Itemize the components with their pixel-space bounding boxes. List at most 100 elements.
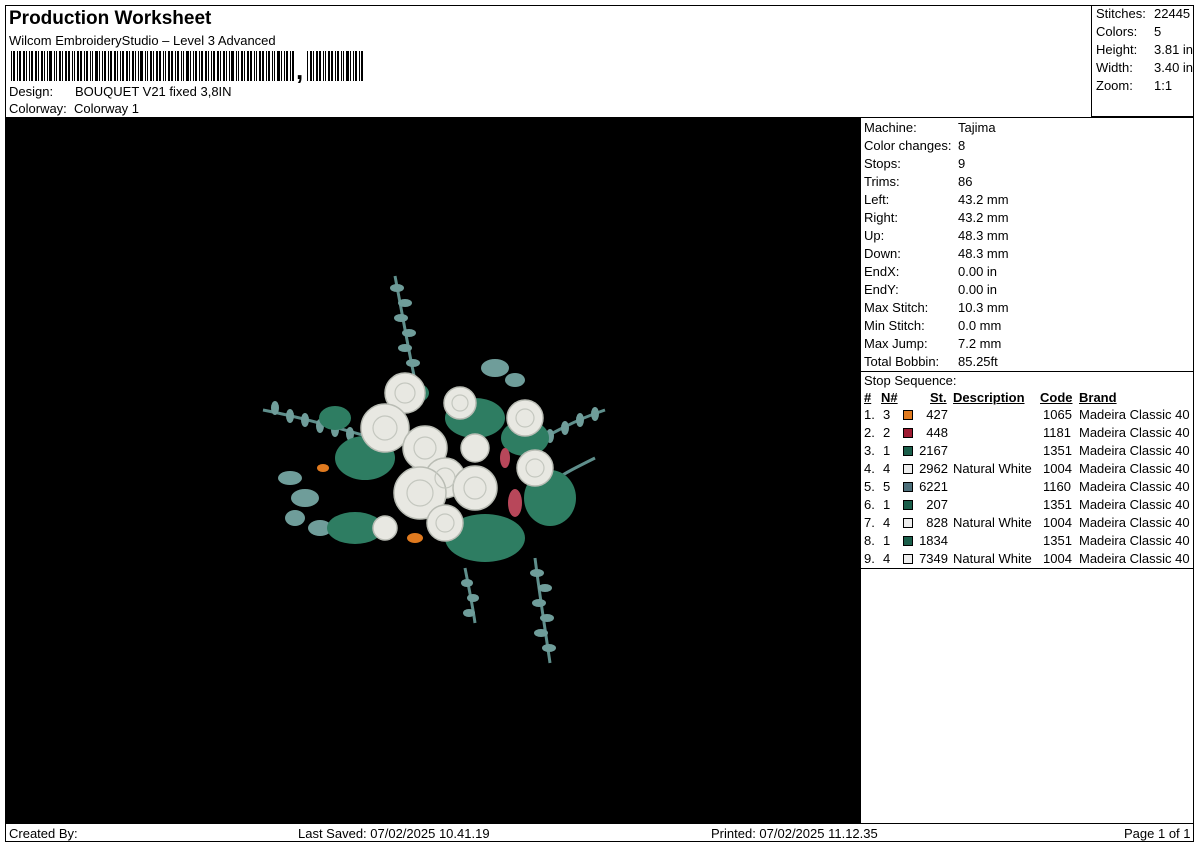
- col-header-brand: Brand: [1079, 390, 1117, 405]
- left-value: 43.2 mm: [958, 192, 1009, 207]
- height-label: Height:: [1096, 42, 1138, 57]
- colors-value: 5: [1154, 24, 1162, 39]
- created-by: Created By:: [9, 826, 78, 841]
- max-stitch-value: 10.3 mm: [958, 300, 1009, 315]
- info-divider: [861, 371, 1194, 372]
- endx-row: EndX: 0.00 in: [864, 264, 997, 279]
- width-row: Width: 3.40 in: [1096, 60, 1193, 75]
- needle-number: 3: [883, 407, 891, 422]
- total-bobbin-value: 85.25ft: [958, 354, 998, 369]
- colors-row: Colors: 5: [1096, 24, 1161, 39]
- stop-index: 4.: [864, 461, 875, 476]
- down-value: 48.3 mm: [958, 246, 1009, 261]
- worksheet-header: Production Worksheet Wilcom EmbroiderySt…: [5, 5, 1092, 117]
- last-saved: Last Saved: 07/02/2025 10.41.19: [298, 826, 490, 841]
- colorway-label: Colorway:: [9, 101, 67, 116]
- stitches-value: 22445: [1154, 6, 1191, 21]
- stop-index: 5.: [864, 479, 875, 494]
- endx-value: 0.00 in: [958, 264, 998, 279]
- left-row: Left: 43.2 mm: [864, 192, 1009, 207]
- total-bobbin-row: Total Bobbin: 85.25ft: [864, 354, 998, 369]
- stops-value: 9: [958, 156, 966, 171]
- col-header-description: Description: [953, 390, 1025, 405]
- color-swatch: [903, 446, 913, 456]
- barcode-comma: ,: [296, 55, 304, 85]
- stop-row: 3. 1 2167 1351 Madeira Classic 40: [864, 443, 1194, 461]
- down-label: Down:: [864, 246, 901, 261]
- thread-description: Natural White: [953, 515, 1032, 530]
- zoom-label: Zoom:: [1096, 78, 1133, 93]
- stop-row: 5. 5 6221 1160 Madeira Classic 40: [864, 479, 1194, 497]
- right-value: 43.2 mm: [958, 210, 1009, 225]
- zoom-value: 1:1: [1154, 78, 1173, 93]
- endy-value: 0.00 in: [958, 282, 998, 297]
- left-label: Left:: [864, 192, 890, 207]
- color-swatch: [903, 464, 913, 474]
- max-jump-label: Max Jump:: [864, 336, 928, 351]
- trims-value: 86: [958, 174, 973, 189]
- needle-number: 4: [883, 515, 891, 530]
- design-preview: [5, 118, 860, 823]
- thread-code: 1351: [1043, 497, 1072, 512]
- needle-number: 1: [883, 533, 891, 548]
- page-title: Production Worksheet: [9, 8, 212, 29]
- color-swatch: [903, 518, 913, 528]
- stop-index: 8.: [864, 533, 875, 548]
- color-swatch: [903, 482, 913, 492]
- design-line: Design: BOUQUET V21 fixed 3,8IN: [9, 84, 232, 99]
- up-row: Up: 48.3 mm: [864, 228, 1009, 243]
- needle-number: 4: [883, 551, 891, 566]
- thread-brand: Madeira Classic 40: [1079, 533, 1190, 548]
- stop-row: 8. 1 1834 1351 Madeira Classic 40: [864, 533, 1194, 551]
- up-label: Up:: [864, 228, 885, 243]
- stop-index: 6.: [864, 497, 875, 512]
- thread-code: 1181: [1043, 425, 1071, 440]
- thread-brand: Madeira Classic 40: [1079, 497, 1190, 512]
- min-stitch-value: 0.0 mm: [958, 318, 1002, 333]
- stitches-row: Stitches: 22445: [1096, 6, 1190, 21]
- footer-divider: [5, 823, 1194, 824]
- colorway-line: Colorway: Colorway 1: [9, 101, 139, 116]
- stop-index: 2.: [864, 425, 875, 440]
- total-bobbin-label: Total Bobbin:: [864, 354, 940, 369]
- machine-row: Machine: Tajima: [864, 120, 996, 135]
- stop-row: 6. 1 207 1351 Madeira Classic 40: [864, 497, 1194, 515]
- trims-label: Trims:: [864, 174, 900, 189]
- stop-row: 4. 4 2962 Natural White 1004 Madeira Classic …: [864, 461, 1194, 479]
- color-swatch: [903, 410, 913, 420]
- col-header-num: #: [864, 390, 872, 405]
- stitch-count: 7349: [919, 551, 948, 566]
- needle-number: 2: [883, 425, 891, 440]
- endy-row: EndY: 0.00 in: [864, 282, 997, 297]
- color-changes-value: 8: [958, 138, 966, 153]
- thread-code: 1065: [1043, 407, 1072, 422]
- trims-row: Trims: 86: [864, 174, 972, 189]
- stop-index: 7.: [864, 515, 875, 530]
- height-row: Height: 3.81 in: [1096, 42, 1193, 57]
- min-stitch-row: Min Stitch: 0.0 mm: [864, 318, 1001, 333]
- endx-label: EndX:: [864, 264, 900, 279]
- thread-brand: Madeira Classic 40: [1079, 515, 1190, 530]
- color-swatch: [903, 428, 913, 438]
- stop-index: 3.: [864, 443, 875, 458]
- thread-code: 1160: [1043, 479, 1071, 494]
- stop-index: 1.: [864, 407, 875, 422]
- machine-label: Machine:: [864, 120, 917, 135]
- page-number: Page 1 of 1: [1124, 826, 1191, 841]
- stitch-count: 1834: [919, 533, 948, 548]
- stop-sequence-title: Stop Sequence:: [864, 373, 957, 388]
- max-jump-value: 7.2 mm: [958, 336, 1002, 351]
- machine-value: Tajima: [958, 120, 996, 135]
- max-stitch-row: Max Stitch: 10.3 mm: [864, 300, 1009, 315]
- thread-code: 1004: [1043, 461, 1072, 476]
- stop-index: 9.: [864, 551, 875, 566]
- max-jump-row: Max Jump: 7.2 mm: [864, 336, 1001, 351]
- color-swatch: [903, 554, 913, 564]
- thread-description: Natural White: [953, 551, 1032, 566]
- col-header-n: N#: [881, 390, 898, 405]
- stitch-count: 2167: [919, 443, 948, 458]
- thread-description: Natural White: [953, 461, 1032, 476]
- stops-row: Stops: 9: [864, 156, 965, 171]
- width-value: 3.40 in: [1154, 60, 1194, 75]
- stitches-label: Stitches:: [1096, 6, 1146, 21]
